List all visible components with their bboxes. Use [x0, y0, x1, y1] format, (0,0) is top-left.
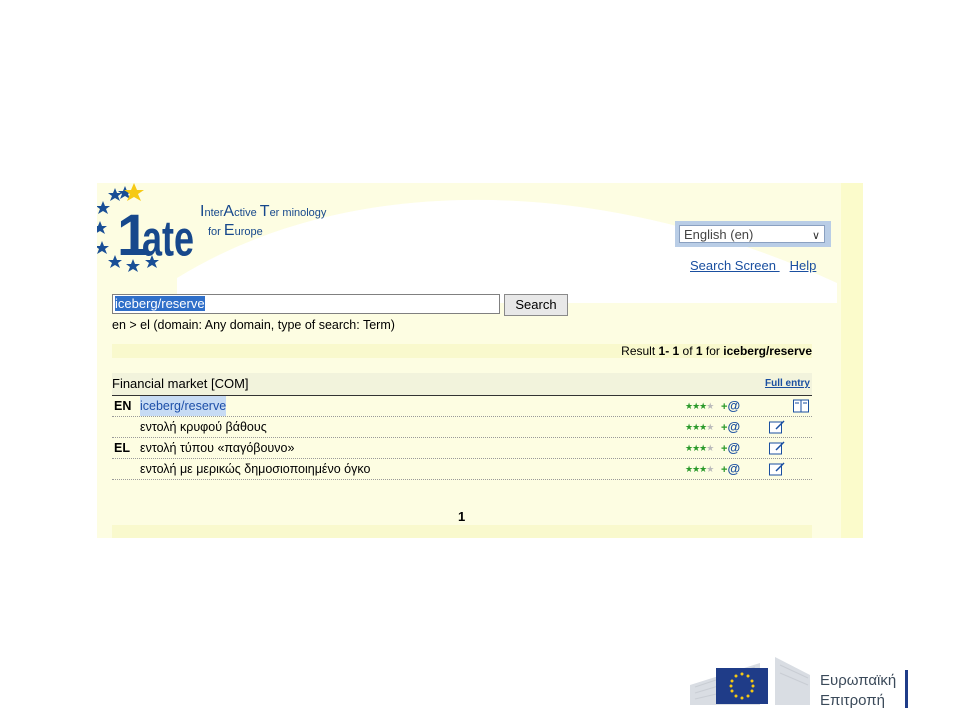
- search-input[interactable]: iceberg/reserve: [112, 294, 500, 314]
- chevron-down-icon[interactable]: ∨: [812, 227, 820, 245]
- eu-commission-name: Ευρωπαϊκή Επιτροπή: [820, 672, 897, 709]
- entry-domain: Financial market [COM]: [112, 376, 249, 391]
- reliability-stars-icon: ★★★★: [685, 464, 714, 474]
- entry-domain-bar: Financial market [COM] Full entry: [112, 373, 812, 396]
- iate-brand-text: InterActive Ter minology for Europe: [200, 203, 326, 241]
- table-row: εντολή με μερικώς δημοσιοποιημένο όγκο ★…: [112, 459, 812, 480]
- table-row: εντολή κρυφού βάθους ★★★★ +@: [112, 417, 812, 438]
- brand-line-2: for Europe: [208, 222, 263, 239]
- add-email-icon[interactable]: +@: [721, 438, 740, 459]
- edit-icon[interactable]: [769, 420, 785, 434]
- language-select[interactable]: English (en) ∨: [679, 225, 825, 243]
- reliability-stars-icon: ★★★★: [685, 422, 714, 432]
- row-term[interactable]: εντολή τύπου «παγόβουνο»: [140, 438, 294, 458]
- edit-icon[interactable]: [769, 441, 785, 455]
- pagination-current[interactable]: 1: [458, 509, 465, 524]
- table-row: EL εντολή τύπου «παγόβουνο» ★★★★ +@: [112, 438, 812, 459]
- edit-icon[interactable]: [769, 462, 785, 476]
- term-rows: EN iceberg/reserve ★★★★ +@ εντολή κρυφού…: [112, 396, 812, 480]
- svg-text:ate: ate: [142, 212, 194, 267]
- reliability-stars-icon: ★★★★: [685, 401, 714, 411]
- book-icon[interactable]: [793, 399, 809, 413]
- add-email-icon[interactable]: +@: [721, 417, 740, 438]
- reliability-stars-icon: ★★★★: [685, 443, 714, 453]
- add-email-icon[interactable]: +@: [721, 396, 740, 417]
- top-links: Search Screen Help: [690, 258, 826, 273]
- search-button[interactable]: Search: [504, 294, 568, 316]
- help-link[interactable]: Help: [790, 258, 817, 273]
- language-select-frame: English (en) ∨: [675, 221, 831, 247]
- eu-divider: [905, 670, 908, 708]
- right-bar: [841, 183, 863, 538]
- row-language: EL: [114, 441, 130, 455]
- bottom-bar: [112, 525, 812, 538]
- iate-logo-icon: 1 ate: [97, 183, 194, 272]
- table-row: EN iceberg/reserve ★★★★ +@: [112, 396, 812, 417]
- row-term[interactable]: εντολή με μερικώς δημοσιοποιημένο όγκο: [140, 459, 370, 479]
- add-email-icon[interactable]: +@: [721, 459, 740, 480]
- row-language: EN: [114, 399, 132, 413]
- search-screen-link[interactable]: Search Screen: [690, 258, 780, 273]
- iate-panel: 1 ate InterActive Ter minology for Europ…: [97, 183, 863, 538]
- full-entry-link[interactable]: Full entry: [765, 373, 810, 395]
- result-summary: Result 1- 1 of 1 for iceberg/reserve: [112, 344, 812, 358]
- row-term[interactable]: εντολή κρυφού βάθους: [140, 417, 267, 437]
- search-info: en > el (domain: Any domain, type of sea…: [112, 318, 395, 332]
- row-term[interactable]: iceberg/reserve: [140, 396, 227, 416]
- brand-line-1: InterActive Ter minology: [200, 203, 327, 220]
